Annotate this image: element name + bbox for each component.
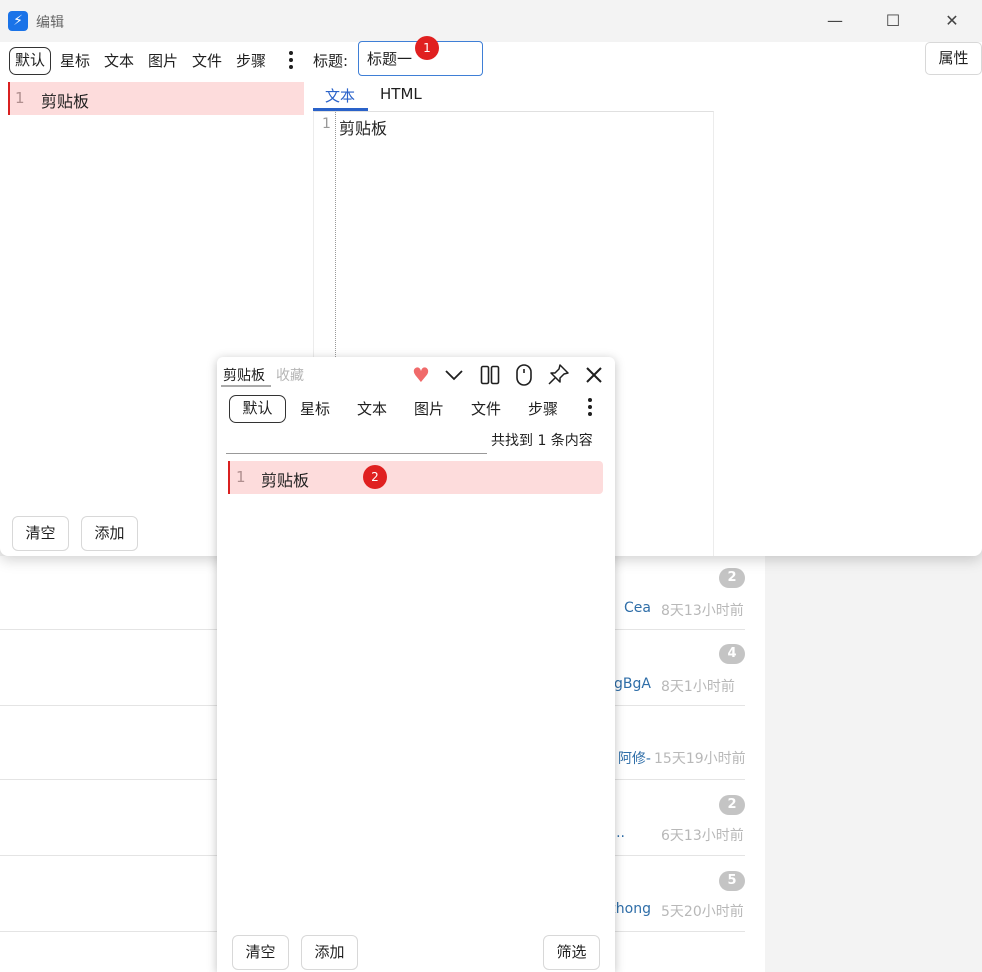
more-options-icon[interactable] [289,51,293,72]
tab-html[interactable]: HTML [380,85,422,103]
reply-count-badge: 2 [719,568,745,588]
mouse-icon[interactable] [513,363,535,387]
timestamp: 8天13小时前 [661,603,744,619]
timestamp: 15天19小时前 [654,751,746,767]
title-bar[interactable]: ⚡ 编辑 — ☐ ✕ [0,0,982,42]
clear-button[interactable]: 清空 [232,935,289,970]
list-item[interactable]: 1 剪贴板 2 [228,461,603,494]
filter-button[interactable]: 筛选 [543,935,600,970]
item-text: 剪贴板 [41,92,90,111]
category-starred[interactable]: 星标 [300,395,330,423]
line-number: 1 [322,116,331,132]
title-label: 标题: [313,52,349,70]
lightning-icon: ⚡ [8,11,28,31]
active-tab-indicator [221,385,271,387]
category-default[interactable]: 默认 [9,47,52,75]
columns-icon[interactable] [479,363,501,387]
item-number: 1 [236,468,246,486]
category-text[interactable]: 文本 [357,395,387,423]
window-title: 编辑 [36,15,64,31]
category-text[interactable]: 文本 [104,47,134,75]
tab-text[interactable]: 文本 [325,85,355,106]
timestamp: 8天1小时前 [661,679,735,695]
minimize-button[interactable]: — [815,8,855,34]
author-link[interactable]: 阿修- [618,748,651,768]
category-file[interactable]: 文件 [192,47,222,75]
tab-favorites[interactable]: 收藏 [276,365,304,385]
reply-count-badge: 5 [719,871,745,891]
reply-count-badge: 4 [719,644,745,664]
properties-button[interactable]: 属性 [925,42,982,75]
category-image[interactable]: 图片 [148,47,178,75]
author-link[interactable]: Cea [624,600,651,616]
category-default[interactable]: 默认 [229,395,286,423]
annotation-marker: 2 [363,465,387,489]
close-button[interactable]: ✕ [932,8,972,34]
item-text: 剪贴板 [261,471,310,490]
heart-icon[interactable]: ♥ [410,363,432,387]
annotation-marker: 1 [415,36,439,60]
pin-icon[interactable] [546,363,570,387]
category-steps[interactable]: 步骤 [236,47,266,75]
clear-button[interactable]: 清空 [12,516,69,551]
chevron-down-icon[interactable] [442,363,466,387]
tab-clipboard[interactable]: 剪贴板 [223,365,265,385]
clipboard-popup: 剪贴板 收藏 ♥ 默认 星标 文本 图片 文件 步骤 共找到 1 条内容 1 剪… [217,357,615,972]
category-file[interactable]: 文件 [471,395,501,423]
add-button[interactable]: 添加 [81,516,138,551]
category-starred[interactable]: 星标 [60,47,90,75]
reply-count-badge: 2 [719,795,745,815]
timestamp: 5天20小时前 [661,904,744,920]
maximize-button[interactable]: ☐ [873,8,913,34]
add-button[interactable]: 添加 [301,935,358,970]
category-steps[interactable]: 步骤 [528,395,558,423]
editor-line[interactable]: 剪贴板 [339,115,387,139]
category-image[interactable]: 图片 [414,395,444,423]
result-count: 共找到 1 条内容 [491,433,593,449]
item-number: 1 [15,89,25,107]
list-item[interactable]: 1 剪贴板 [8,82,304,115]
more-options-icon[interactable] [588,398,592,419]
close-icon[interactable] [583,363,605,387]
search-input[interactable] [226,453,487,454]
timestamp: 6天13小时前 [661,828,744,844]
